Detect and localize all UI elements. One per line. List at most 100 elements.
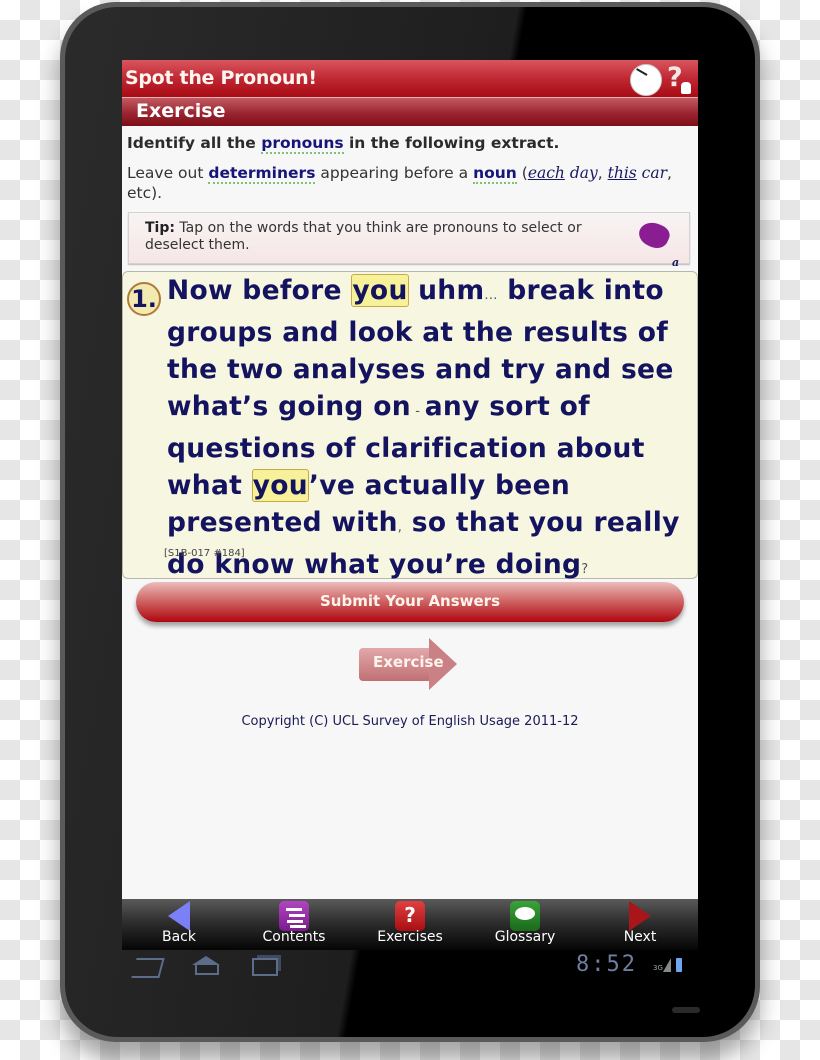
exercise-button-label: Exercise — [373, 653, 444, 671]
word[interactable]: try — [501, 354, 545, 385]
word[interactable]: look — [348, 317, 412, 348]
word[interactable]: what — [167, 470, 242, 501]
word[interactable]: presented — [167, 507, 322, 538]
nav-label: Next — [623, 929, 657, 945]
instruction-text: Leave out — [127, 164, 209, 182]
word[interactable]: analyses — [293, 354, 426, 385]
word[interactable]: before — [242, 275, 342, 306]
section-header: Exercise — [122, 97, 698, 126]
punctuation: ? — [581, 562, 589, 577]
word[interactable]: you’re — [389, 549, 486, 580]
word[interactable]: going — [278, 391, 364, 422]
word[interactable]: really — [593, 507, 679, 538]
help-icon[interactable]: ? — [663, 62, 695, 96]
nav-back[interactable]: Back — [134, 899, 224, 950]
submit-answers-button[interactable]: Submit Your Answers — [136, 582, 684, 622]
instruction-text: ( — [516, 164, 528, 182]
passage-box: 1. Now before you uhm... break into grou… — [122, 271, 698, 580]
word[interactable]: of — [638, 317, 668, 348]
instruction-main: Identify all the pronouns in the followi… — [127, 134, 559, 154]
copyright-text: Copyright (C) UCL Survey of English Usag… — [241, 714, 579, 729]
punctuation: , — [397, 520, 403, 535]
word[interactable]: two — [227, 354, 283, 385]
section-title: Exercise — [136, 100, 226, 122]
back-arrow-icon — [164, 901, 194, 931]
word[interactable]: groups — [167, 317, 273, 348]
bottom-nav: Back Contents ? Exercises Glossary Next — [122, 899, 698, 950]
word[interactable]: into — [604, 275, 664, 306]
title-bar: Spot the Pronoun! ? — [122, 60, 698, 97]
instruction-text: appearing before a — [315, 164, 474, 182]
punctuation: - — [410, 404, 425, 419]
system-bar: 8:52 3G — [122, 950, 698, 986]
punctuation: ... — [484, 288, 498, 303]
example-each-day: each day — [527, 164, 598, 182]
bird-icon-label: a — [672, 256, 680, 269]
bird-icon — [635, 217, 673, 253]
word[interactable]: of — [560, 391, 590, 422]
exercise-arrow-button[interactable]: Exercise — [359, 638, 459, 690]
word[interactable]: with — [331, 507, 397, 538]
word[interactable]: and — [282, 317, 339, 348]
selected-word[interactable]: you — [251, 469, 309, 502]
system-recent-apps-icon[interactable] — [252, 958, 278, 976]
word[interactable]: and — [555, 354, 612, 385]
word[interactable]: clarification — [365, 433, 547, 464]
next-arrow-icon — [625, 901, 655, 931]
glossary-link-noun[interactable]: noun — [473, 164, 517, 184]
glossary-link-determiners[interactable]: determiners — [208, 164, 316, 184]
instruction-text: Identify all the — [127, 134, 262, 152]
word[interactable]: break — [507, 275, 594, 306]
selected-word[interactable]: you — [351, 274, 409, 307]
word[interactable]: questions — [167, 433, 316, 464]
word[interactable]: so — [412, 507, 447, 538]
nav-label: Exercises — [377, 929, 443, 945]
word[interactable]: at — [422, 317, 453, 348]
clock-icon[interactable] — [630, 64, 662, 96]
tip-box: Tip: Tap on the words that you think are… — [128, 212, 690, 269]
question-number-badge: 1. — [127, 282, 161, 316]
nav-label: Back — [162, 929, 196, 945]
nav-label: Glossary — [494, 929, 556, 945]
word[interactable]: and — [435, 354, 492, 385]
word[interactable]: the — [167, 354, 217, 385]
exercises-icon: ? — [395, 901, 425, 931]
word[interactable]: of — [325, 433, 355, 464]
word[interactable]: doing — [496, 549, 582, 580]
word[interactable]: you — [529, 507, 584, 538]
word[interactable]: Now — [167, 275, 233, 306]
nav-next[interactable]: Next — [595, 899, 685, 950]
word[interactable]: actually — [365, 470, 486, 501]
word[interactable]: uhm — [418, 275, 484, 306]
word[interactable]: sort — [489, 391, 550, 422]
word[interactable]: what’s — [167, 391, 269, 422]
example-this-car: this car — [607, 164, 668, 182]
tip-text: Tip: Tap on the words that you think are… — [145, 220, 582, 253]
word[interactable]: ’ve — [309, 470, 355, 501]
glossary-icon — [510, 901, 540, 931]
status-time: 8:52 — [576, 952, 637, 977]
word[interactable]: any — [425, 391, 480, 422]
network-type: 3G — [653, 964, 663, 972]
nav-exercises[interactable]: ? Exercises — [365, 899, 455, 950]
speaker-grille — [672, 1007, 700, 1013]
word[interactable]: been — [495, 470, 570, 501]
app-title: Spot the Pronoun! — [125, 67, 317, 89]
word[interactable]: that — [456, 507, 519, 538]
word[interactable]: on — [373, 391, 411, 422]
system-back-icon[interactable] — [131, 958, 165, 978]
glossary-link-pronouns[interactable]: pronouns — [261, 134, 344, 154]
nav-contents[interactable]: Contents — [249, 899, 339, 950]
nav-glossary[interactable]: Glossary — [480, 899, 570, 950]
battery-icon — [676, 958, 682, 972]
system-home-icon[interactable] — [192, 956, 220, 975]
word[interactable]: results — [523, 317, 628, 348]
contents-icon — [279, 901, 309, 931]
word[interactable]: what — [304, 549, 379, 580]
word[interactable]: about — [557, 433, 645, 464]
word[interactable]: the — [463, 317, 513, 348]
passage-reference: [S1B-017 #184] — [164, 548, 245, 559]
word[interactable]: see — [621, 354, 674, 385]
signal-icon — [663, 958, 671, 972]
app-screen: Spot the Pronoun! ? Exercise Identify al… — [122, 60, 698, 950]
